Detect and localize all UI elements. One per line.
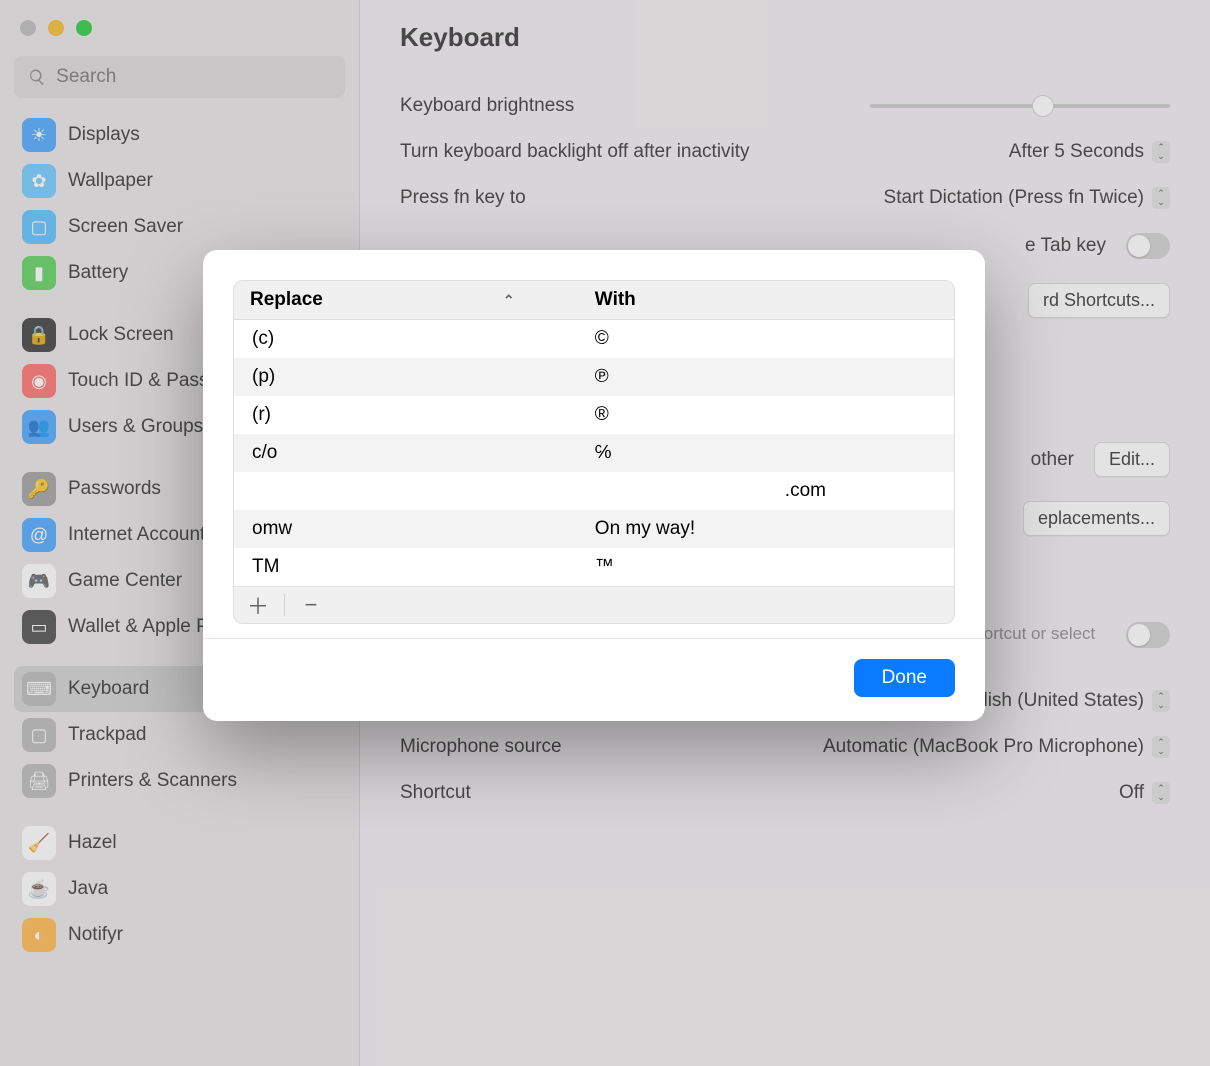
cell-with[interactable]: ℅ xyxy=(587,442,954,464)
done-button[interactable]: Done xyxy=(854,659,955,697)
table-header: Replace ⌃ With xyxy=(234,281,954,320)
cell-replace[interactable]: omw xyxy=(234,518,587,540)
text-replacements-dialog: Replace ⌃ With (c)©(p)℗(r)®c/o℅.comomwOn… xyxy=(203,250,985,721)
cell-with[interactable]: ™ xyxy=(587,556,954,578)
cell-with[interactable]: © xyxy=(587,328,954,350)
cell-replace[interactable]: (r) xyxy=(234,404,587,426)
cell-with[interactable]: ® xyxy=(587,404,954,426)
cell-with[interactable]: On my way! xyxy=(587,518,954,540)
cell-with[interactable]: .com xyxy=(587,480,954,502)
cell-replace[interactable]: c/o xyxy=(234,442,587,464)
table-row[interactable]: omwOn my way! xyxy=(234,510,954,548)
table-row[interactable]: (p)℗ xyxy=(234,358,954,396)
table-row[interactable]: (r)® xyxy=(234,396,954,434)
table-row[interactable]: (c)© xyxy=(234,320,954,358)
table-row[interactable]: .com xyxy=(234,472,954,510)
cell-replace[interactable]: (c) xyxy=(234,328,587,350)
column-with[interactable]: With xyxy=(587,289,954,311)
add-button[interactable]: ＋ xyxy=(246,593,270,617)
cell-with[interactable]: ℗ xyxy=(587,366,954,388)
table-footer: ＋ − xyxy=(234,586,954,623)
remove-button[interactable]: − xyxy=(299,593,323,617)
dialog-actions: Done xyxy=(203,638,985,721)
cell-replace[interactable] xyxy=(234,480,587,502)
cell-replace[interactable]: TM xyxy=(234,556,587,578)
column-replace[interactable]: Replace ⌃ xyxy=(234,289,587,311)
table-row[interactable]: c/o℅ xyxy=(234,434,954,472)
table-row[interactable]: TM™ xyxy=(234,548,954,586)
replacements-table: Replace ⌃ With (c)©(p)℗(r)®c/o℅.comomwOn… xyxy=(233,280,955,624)
sort-caret-icon: ⌃ xyxy=(503,292,515,309)
cell-replace[interactable]: (p) xyxy=(234,366,587,388)
